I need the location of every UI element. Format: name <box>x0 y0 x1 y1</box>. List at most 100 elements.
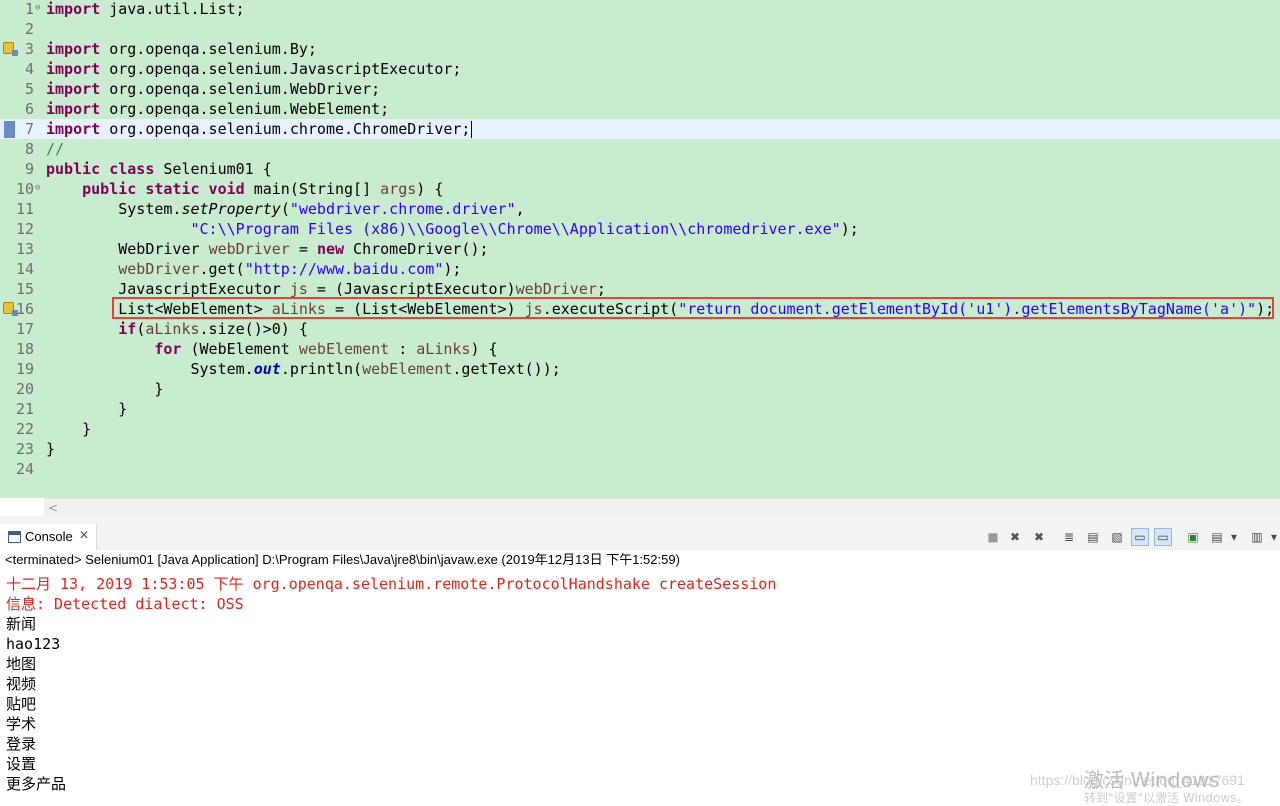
console-output-line: 十二月 13, 2019 1:53:05 下午 org.openqa.selen… <box>6 575 777 593</box>
line-number: 2 <box>24 20 34 38</box>
code-line[interactable]: 17 if(aLinks.size()>0) { <box>0 319 1280 339</box>
horizontal-scrollbar[interactable]: < <box>44 498 1280 517</box>
code-line[interactable]: 24 <box>0 459 1280 479</box>
code-line[interactable]: 9 public class Selenium01 { <box>0 159 1280 179</box>
line-number: 9 <box>24 160 34 178</box>
code-text: } <box>46 420 92 438</box>
line-number: 20 <box>15 380 34 398</box>
line-number: 11 <box>15 200 34 218</box>
code-line[interactable]: 7 import org.openqa.selenium.chrome.Chrom… <box>0 119 1280 139</box>
code-line[interactable]: 20 } <box>0 379 1280 399</box>
current-line-marker <box>4 121 15 138</box>
console-output-line: 设置 <box>6 755 37 773</box>
new-console-view-button[interactable]: ▥ <box>1249 529 1265 545</box>
code-line[interactable]: 5 import org.openqa.selenium.WebDriver; <box>0 79 1280 99</box>
line-number: 19 <box>15 360 34 378</box>
code-line[interactable]: 10 ⊖ public static void main(String[] arg… <box>0 179 1280 199</box>
console-output-line: 信息: Detected dialect: OSS <box>6 595 244 613</box>
code-editor[interactable]: 1 ⊖ import java.util.List; 2 3 import org.ope… <box>0 0 1280 498</box>
code-text: webDriver.get("http://www.baidu.com"); <box>118 260 462 278</box>
code-line[interactable]: 2 <box>0 19 1280 39</box>
code-text: System.out.println(webElement.getText())… <box>46 360 561 378</box>
clear-console-button[interactable]: ▧ <box>1109 529 1125 545</box>
display-selected-console-button[interactable]: ▣ <box>1185 529 1201 545</box>
console-output-line: 学术 <box>6 715 37 733</box>
line-number: 10 <box>15 180 34 198</box>
code-text: public class Selenium01 { <box>46 160 272 178</box>
code-line[interactable]: 15 JavascriptExecutor js = (JavascriptEx… <box>0 279 1280 299</box>
code-text: // <box>46 140 65 158</box>
code-text: public static void main(String[] args) { <box>82 180 444 198</box>
console-output-line: 新闻 <box>6 615 37 633</box>
line-number: 1 <box>24 0 34 18</box>
code-text: } <box>46 440 56 458</box>
windows-activation-subtitle: 转到"设置"以激活 Windows。 <box>1084 791 1249 805</box>
code-text: import org.openqa.selenium.chrome.Chrome… <box>46 120 471 138</box>
code-line[interactable]: 14 webDriver.get("http://www.baidu.com")… <box>0 259 1280 279</box>
line-number: 14 <box>15 260 34 278</box>
open-console-dropdown[interactable]: ▾ <box>1230 529 1238 545</box>
code-line[interactable]: 1 ⊖ import java.util.List; <box>0 0 1280 19</box>
code-line[interactable]: 21 } <box>0 399 1280 419</box>
console-output-line: hao123 <box>6 635 61 653</box>
code-line[interactable]: 18 for (WebElement webElement : aLinks) … <box>0 339 1280 359</box>
code-text: JavascriptExecutor js = (JavascriptExecu… <box>46 280 606 298</box>
console-output-line: 贴吧 <box>6 695 37 713</box>
line-number: 17 <box>15 320 34 338</box>
code-line[interactable]: 22 } <box>0 419 1280 439</box>
code-text: WebDriver webDriver = new ChromeDriver()… <box>46 240 489 258</box>
line-number: 5 <box>24 80 34 98</box>
line-number: 8 <box>24 140 34 158</box>
line-number: 21 <box>15 400 34 418</box>
scroll-lock-button[interactable]: ≣ <box>1061 529 1077 545</box>
terminate-button[interactable]: ■ <box>985 529 1001 545</box>
console-output-line: 登录 <box>6 735 37 753</box>
new-console-dropdown[interactable]: ▾ <box>1270 529 1278 545</box>
code-text: System.setProperty("webdriver.chrome.dri… <box>46 200 525 218</box>
scroll-left-arrow-icon[interactable]: < <box>48 501 58 515</box>
code-text: import org.openqa.selenium.By; <box>46 40 317 58</box>
warning-marker-icon[interactable] <box>3 302 18 316</box>
line-number: 22 <box>15 420 34 438</box>
fold-collapse-icon[interactable]: ⊖ <box>35 184 40 193</box>
text-caret <box>471 121 472 138</box>
line-number: 4 <box>24 60 34 78</box>
code-text: } <box>46 400 128 418</box>
code-line[interactable]: 8 // <box>0 139 1280 159</box>
code-line[interactable]: 4 import org.openqa.selenium.JavascriptEx… <box>0 59 1280 79</box>
warning-marker-icon[interactable] <box>3 42 18 56</box>
code-text: import java.util.List; <box>46 0 245 18</box>
code-line[interactable]: 12 "C:\\Program Files (x86)\\Google\\Chr… <box>0 219 1280 239</box>
console-output-line: 地图 <box>6 655 37 673</box>
line-number: 6 <box>24 100 34 118</box>
close-icon[interactable]: ✕ <box>79 528 89 542</box>
console-status: <terminated> Selenium01 [Java Applicatio… <box>0 550 1280 570</box>
code-line[interactable]: 3 import org.openqa.selenium.By; <box>0 39 1280 59</box>
console-tab-label: Console <box>25 529 73 544</box>
console-output-line: 更多产品 <box>6 775 67 793</box>
code-text: import org.openqa.selenium.WebElement; <box>46 100 390 118</box>
line-number: 15 <box>15 280 34 298</box>
code-line[interactable]: 19 System.out.println(webElement.getText… <box>0 359 1280 379</box>
open-console-button[interactable]: ▤ <box>1209 529 1225 545</box>
line-number: 23 <box>15 440 34 458</box>
tab-console[interactable]: Console ✕ <box>0 524 97 550</box>
code-line[interactable]: 6 import org.openqa.selenium.WebElement; <box>0 99 1280 119</box>
show-when-output-button[interactable]: ▭ <box>1154 528 1172 546</box>
line-number: 12 <box>15 220 34 238</box>
line-number: 24 <box>15 460 34 478</box>
remove-all-terminated-button[interactable]: ✖ <box>1031 529 1047 545</box>
code-line[interactable]: 11 System.setProperty("webdriver.chrome.… <box>0 199 1280 219</box>
console-output-line: 视频 <box>6 675 37 693</box>
console-header: Console ✕ ■ ✖ ✖ ≣ ▤ ▧ ▭ ▭ ▣ ▤ ▾ ▥ ▾ <box>0 524 1280 551</box>
code-line[interactable]: 23} <box>0 439 1280 459</box>
code-line[interactable]: 13 WebDriver webDriver = new ChromeDrive… <box>0 239 1280 259</box>
code-text: } <box>46 380 164 398</box>
console-icon <box>8 531 21 543</box>
code-text: import org.openqa.selenium.WebDriver; <box>46 80 381 98</box>
code-text: "C:\\Program Files (x86)\\Google\\Chrome… <box>190 220 859 238</box>
remove-launch-button[interactable]: ✖ <box>1007 529 1023 545</box>
word-wrap-button[interactable]: ▤ <box>1085 529 1101 545</box>
fold-collapse-icon[interactable]: ⊖ <box>35 4 40 13</box>
pin-console-button[interactable]: ▭ <box>1131 528 1149 546</box>
